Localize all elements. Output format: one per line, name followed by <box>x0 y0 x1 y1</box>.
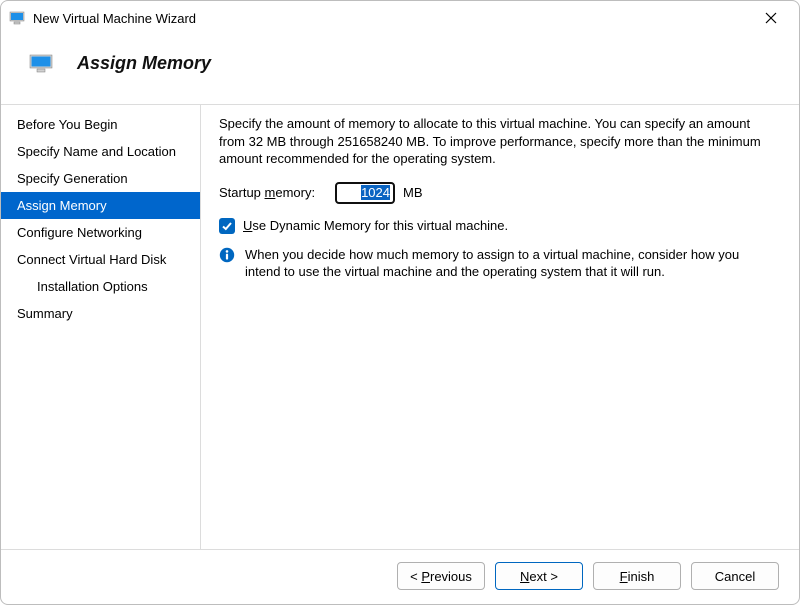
page-header: Assign Memory <box>1 35 799 104</box>
sidebar-item-step-4[interactable]: Configure Networking <box>1 219 200 246</box>
info-icon <box>219 247 235 263</box>
header-monitor-icon <box>29 54 53 74</box>
startup-memory-row: Startup memory: MB <box>219 182 773 204</box>
close-icon <box>765 12 777 24</box>
cancel-button[interactable]: Cancel <box>691 562 779 590</box>
info-row: When you decide how much memory to assig… <box>219 246 773 281</box>
sidebar-item-label: Summary <box>17 306 73 321</box>
sidebar-item-label: Assign Memory <box>17 198 107 213</box>
dynamic-memory-label-hotkey: U <box>243 218 252 233</box>
dynamic-memory-label-rest: se Dynamic Memory for this virtual machi… <box>252 218 508 233</box>
sidebar-item-step-2[interactable]: Specify Generation <box>1 165 200 192</box>
sidebar-item-step-7[interactable]: Summary <box>1 300 200 327</box>
sidebar-item-step-1[interactable]: Specify Name and Location <box>1 138 200 165</box>
dynamic-memory-checkbox[interactable] <box>219 218 235 234</box>
startup-memory-input[interactable] <box>335 182 395 204</box>
sidebar-item-label: Installation Options <box>37 279 148 294</box>
sidebar-item-step-3[interactable]: Assign Memory <box>1 192 200 219</box>
sidebar-item-step-6[interactable]: Installation Options <box>1 273 200 300</box>
sidebar-item-label: Before You Begin <box>17 117 117 132</box>
window-title: New Virtual Machine Wizard <box>33 11 753 26</box>
description-text: Specify the amount of memory to allocate… <box>219 115 773 168</box>
footer-buttons: < Previous Next > Finish Cancel <box>1 549 799 604</box>
sidebar-item-label: Configure Networking <box>17 225 142 240</box>
previous-button[interactable]: < Previous <box>397 562 485 590</box>
wizard-steps-sidebar: Before You Begin Specify Name and Locatio… <box>1 105 201 549</box>
app-monitor-icon <box>9 10 25 26</box>
sidebar-item-label: Specify Name and Location <box>17 144 176 159</box>
checkmark-icon <box>221 220 233 232</box>
wizard-window: New Virtual Machine Wizard Assign Memory… <box>0 0 800 605</box>
startup-memory-label-hotkey: m <box>265 185 276 200</box>
wizard-body: Before You Begin Specify Name and Locatio… <box>1 105 799 549</box>
dynamic-memory-row: Use Dynamic Memory for this virtual mach… <box>219 218 773 234</box>
startup-memory-label: Startup memory: <box>219 185 327 200</box>
dynamic-memory-label[interactable]: Use Dynamic Memory for this virtual mach… <box>243 218 508 233</box>
startup-memory-label-prefix: Startup <box>219 185 265 200</box>
sidebar-item-label: Specify Generation <box>17 171 128 186</box>
sidebar-item-step-5[interactable]: Connect Virtual Hard Disk <box>1 246 200 273</box>
info-text: When you decide how much memory to assig… <box>245 246 773 281</box>
sidebar-item-label: Connect Virtual Hard Disk <box>17 252 166 267</box>
sidebar-item-step-0[interactable]: Before You Begin <box>1 111 200 138</box>
content-panel: Specify the amount of memory to allocate… <box>201 105 799 549</box>
finish-button[interactable]: Finish <box>593 562 681 590</box>
titlebar: New Virtual Machine Wizard <box>1 1 799 35</box>
memory-unit-label: MB <box>403 185 423 200</box>
next-button[interactable]: Next > <box>495 562 583 590</box>
startup-memory-label-suffix: emory: <box>275 185 315 200</box>
close-button[interactable] <box>753 4 789 32</box>
page-title: Assign Memory <box>77 53 211 74</box>
